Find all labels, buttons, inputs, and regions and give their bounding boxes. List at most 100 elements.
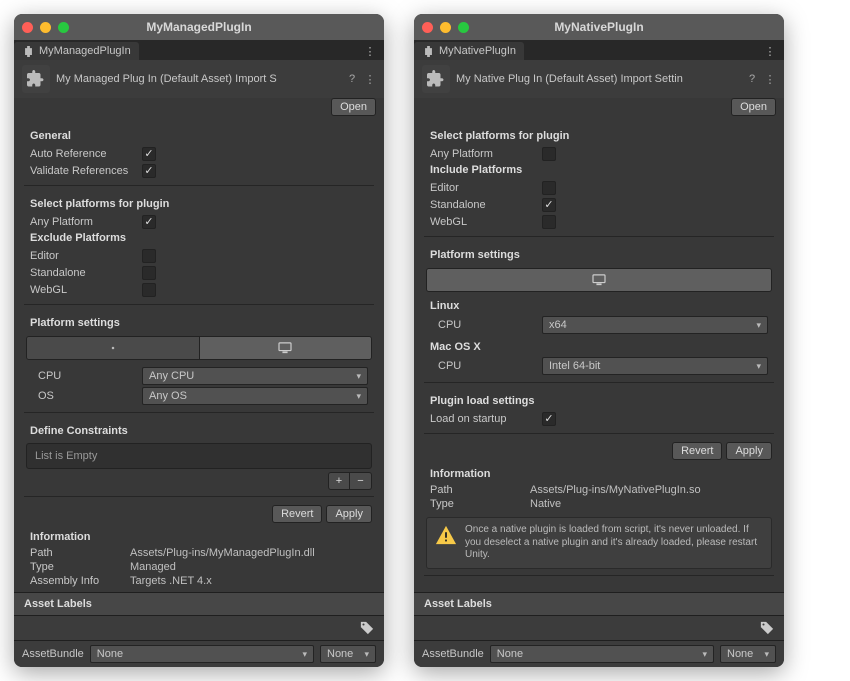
webgl-checkbox[interactable] <box>542 215 556 229</box>
puzzle-icon <box>422 65 450 93</box>
section-platform-settings: Platform settings <box>414 243 784 264</box>
webgl-checkbox[interactable] <box>142 283 156 297</box>
mac-cpu-dropdown[interactable]: Intel 64-bit <box>542 357 768 375</box>
any-platform-checkbox[interactable] <box>542 147 556 161</box>
warning-icon <box>435 524 457 546</box>
info-path-value: Assets/Plug-ins/MyManagedPlugIn.dll <box>130 547 315 559</box>
tab-bar: MyNativePlugIn ⋮ <box>414 40 784 60</box>
asset-bundle-bar: AssetBundle None None <box>14 640 384 667</box>
plugin-icon <box>422 45 434 57</box>
zoom-icon[interactable] <box>58 22 69 33</box>
kebab-icon[interactable]: ⋮ <box>364 73 376 85</box>
any-platform-label: Any Platform <box>30 216 142 228</box>
tag-icon[interactable] <box>760 621 774 635</box>
info-path-label: Path <box>430 484 530 496</box>
tab-label: MyManagedPlugIn <box>39 45 131 57</box>
kebab-icon[interactable]: ⋮ <box>764 73 776 85</box>
inspector-tab[interactable]: MyManagedPlugIn <box>14 42 139 60</box>
info-type-value: Native <box>530 498 561 510</box>
mac-header: Mac OS X <box>414 335 784 356</box>
revert-button[interactable]: Revert <box>672 442 722 460</box>
info-type-label: Type <box>30 561 130 573</box>
open-button[interactable]: Open <box>731 98 776 116</box>
native-plugin-window: MyNativePlugIn MyNativePlugIn ⋮ My Nativ… <box>414 14 784 667</box>
kebab-icon[interactable]: ⋮ <box>364 45 376 57</box>
window-title: MyManagedPlugIn <box>14 20 384 34</box>
standalone-label: Standalone <box>30 267 142 279</box>
info-asm-value: Targets .NET 4.x <box>130 575 212 587</box>
close-icon[interactable] <box>22 22 33 33</box>
puzzle-icon <box>22 65 50 93</box>
section-select-platforms: Select platforms for plugin <box>14 192 384 213</box>
section-load-settings: Plugin load settings <box>414 389 784 410</box>
info-path-label: Path <box>30 547 130 559</box>
asset-title: My Native Plug In (Default Asset) Import… <box>456 73 740 85</box>
help-icon[interactable]: ? <box>746 73 758 85</box>
auto-reference-label: Auto Reference <box>30 148 142 160</box>
linux-cpu-dropdown[interactable]: x64 <box>542 316 768 334</box>
load-startup-label: Load on startup <box>430 413 542 425</box>
close-icon[interactable] <box>422 22 433 33</box>
minimize-icon[interactable] <box>440 22 451 33</box>
any-platform-label: Any Platform <box>430 148 542 160</box>
editor-checkbox[interactable] <box>142 249 156 263</box>
os-label: OS <box>30 390 142 402</box>
asset-header: My Native Plug In (Default Asset) Import… <box>414 60 784 98</box>
any-platform-checkbox[interactable]: ✓ <box>142 215 156 229</box>
validate-refs-label: Validate References <box>30 165 142 177</box>
asset-labels-section: Asset Labels AssetBundle None None <box>414 592 784 667</box>
help-icon[interactable]: ? <box>346 73 358 85</box>
warning-text: Once a native plugin is loaded from scri… <box>465 524 763 562</box>
warning-box: Once a native plugin is loaded from scri… <box>426 517 772 569</box>
standalone-checkbox[interactable] <box>142 266 156 280</box>
cpu-label: CPU <box>30 370 142 382</box>
tab-standalone[interactable] <box>427 269 771 291</box>
webgl-label: WebGL <box>30 284 142 296</box>
asset-bundle-bar: AssetBundle None None <box>414 640 784 667</box>
add-button[interactable]: + <box>328 472 350 490</box>
tab-standalone[interactable] <box>200 337 372 359</box>
asset-title: My Managed Plug In (Default Asset) Impor… <box>56 73 340 85</box>
section-select-platforms: Select platforms for plugin <box>414 124 784 145</box>
remove-button[interactable]: − <box>350 472 372 490</box>
inspector-scroll[interactable]: General Auto Reference✓ Validate Referen… <box>14 120 384 592</box>
assetbundle-label: AssetBundle <box>422 648 484 660</box>
editor-label: Editor <box>30 250 142 262</box>
apply-button[interactable]: Apply <box>326 505 372 523</box>
auto-reference-checkbox[interactable]: ✓ <box>142 147 156 161</box>
os-dropdown[interactable]: Any OS <box>142 387 368 405</box>
tab-editor[interactable] <box>27 337 200 359</box>
section-platform-settings: Platform settings <box>14 311 384 332</box>
exclude-platforms-label: Exclude Platforms <box>14 230 384 247</box>
plugin-icon <box>22 45 34 57</box>
info-asm-label: Assembly Info <box>30 575 130 587</box>
tag-icon[interactable] <box>360 621 374 635</box>
platform-tabs <box>426 268 772 292</box>
linux-cpu-label: CPU <box>430 319 542 331</box>
editor-label: Editor <box>430 182 542 194</box>
asset-labels-section: Asset Labels AssetBundle None None <box>14 592 384 667</box>
cpu-dropdown[interactable]: Any CPU <box>142 367 368 385</box>
zoom-icon[interactable] <box>458 22 469 33</box>
tab-bar: MyManagedPlugIn ⋮ <box>14 40 384 60</box>
section-general: General <box>14 124 384 145</box>
validate-refs-checkbox[interactable]: ✓ <box>142 164 156 178</box>
standalone-checkbox[interactable]: ✓ <box>542 198 556 212</box>
constraints-list[interactable]: List is Empty <box>26 443 372 469</box>
load-startup-checkbox[interactable]: ✓ <box>542 412 556 426</box>
include-platforms-label: Include Platforms <box>414 162 784 179</box>
editor-checkbox[interactable] <box>542 181 556 195</box>
revert-button[interactable]: Revert <box>272 505 322 523</box>
apply-button[interactable]: Apply <box>726 442 772 460</box>
asset-header: My Managed Plug In (Default Asset) Impor… <box>14 60 384 98</box>
open-button[interactable]: Open <box>331 98 376 116</box>
info-path-value: Assets/Plug-ins/MyNativePlugIn.so <box>530 484 701 496</box>
mac-cpu-label: CPU <box>430 360 542 372</box>
section-information: Information <box>14 525 384 546</box>
tab-label: MyNativePlugIn <box>439 45 516 57</box>
inspector-scroll[interactable]: Select platforms for plugin Any Platform… <box>414 120 784 592</box>
kebab-icon[interactable]: ⋮ <box>764 45 776 57</box>
info-type-value: Managed <box>130 561 176 573</box>
minimize-icon[interactable] <box>40 22 51 33</box>
inspector-tab[interactable]: MyNativePlugIn <box>414 42 524 60</box>
